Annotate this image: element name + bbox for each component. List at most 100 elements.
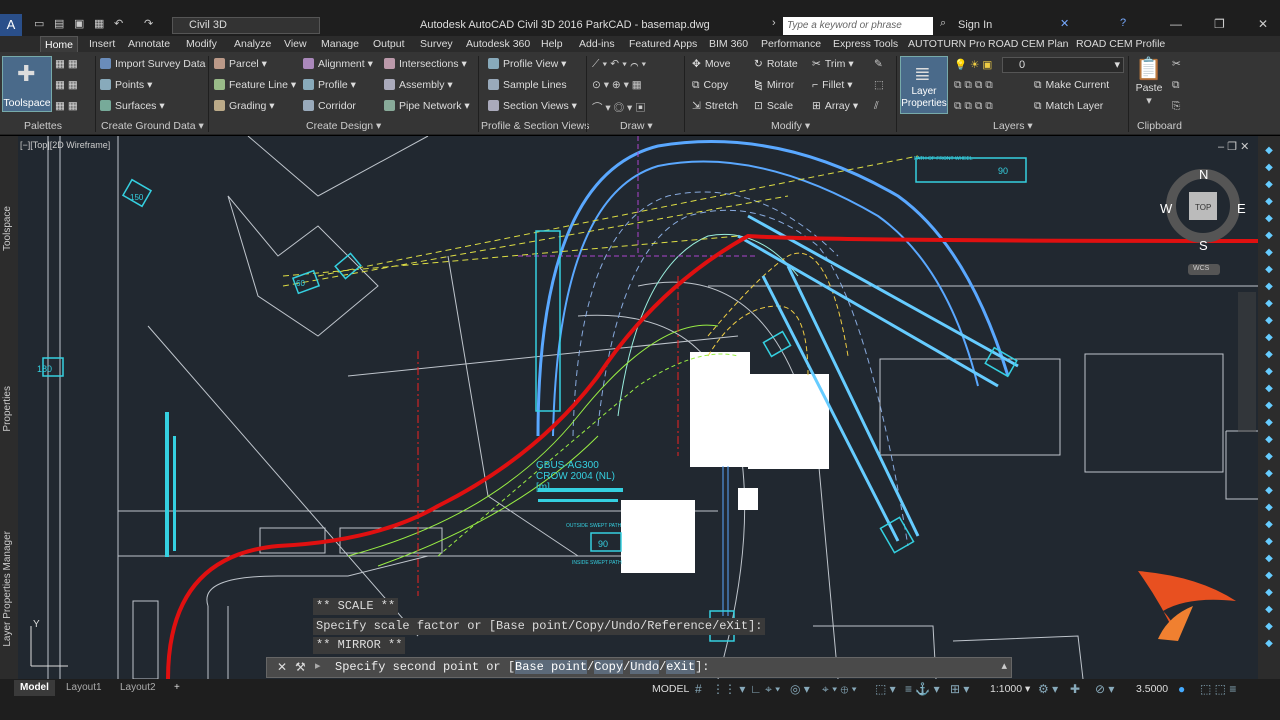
tab-bim-360[interactable]: BIM 360 [709,38,748,50]
wrench-icon[interactable]: ⚒ [295,660,306,674]
tab-layout1[interactable]: Layout1 [60,680,108,696]
saveas-icon[interactable]: ▦ [94,17,104,30]
close-icon[interactable]: ✕ [277,660,287,674]
paste-button[interactable]: 📋 Paste ▾ [1132,56,1166,114]
search-icon[interactable]: ⌕ [940,17,946,30]
tab-featured-apps[interactable]: Featured Apps [629,38,697,50]
alignment-button[interactable]: Alignment ▾ [303,58,373,70]
hardware-icon[interactable]: ● [1178,682,1185,696]
match-layer-button[interactable]: ⧉ Match Layer [1034,100,1103,113]
palette-icon-3[interactable]: ▦ ▦ [55,100,78,112]
tab-insert[interactable]: Insert [89,38,115,50]
assembly-button[interactable]: Assembly ▾ [384,79,453,91]
viewport-window-controls[interactable]: – ❐ ✕ [1218,140,1249,153]
wcs-label[interactable]: WCS [1193,265,1209,272]
draw-panel-title[interactable]: Draw ▾ [620,120,653,132]
help-icon[interactable]: ? [1120,17,1126,29]
modify-panel-title[interactable]: Modify ▾ [771,120,810,132]
drawing-viewport[interactable] [18,136,1258,679]
tab-help[interactable]: Help [541,38,563,50]
surfaces-button[interactable]: Surfaces ▾ [100,100,165,112]
parcel-button[interactable]: Parcel ▾ [214,58,267,70]
option-exit[interactable]: eXit [666,660,696,674]
create-ground-data-panel-title[interactable]: Create Ground Data ▾ [101,120,204,132]
redo-icon[interactable]: ↷ [144,17,153,30]
option-base-point[interactable]: Base point [515,660,588,674]
layer-dropdown[interactable]: 0 ▾ [1002,57,1124,73]
cut-icon[interactable]: ✂ [1172,58,1181,70]
fillet-button[interactable]: ⌐ Fillet ▾ [812,79,853,91]
snap-icon[interactable]: ⋮⋮ ▾ [712,682,745,696]
pipe-network-button[interactable]: Pipe Network ▾ [384,100,470,112]
undo-icon[interactable]: ↶ [114,17,123,30]
workspace-dropdown[interactable]: Civil 3D [172,17,320,34]
compass-w[interactable]: W [1160,201,1172,216]
points-button[interactable]: Points ▾ [100,79,152,91]
stretch-button[interactable]: ⇲ Stretch [692,100,738,112]
command-line[interactable]: ✕ ⚒ ▸ Specify second point or [Base poin… [266,657,1012,678]
polar-icon[interactable]: ◎ ▾ [790,682,810,696]
lineweight-icon[interactable]: ≡ ⚓ ▾ [905,682,940,696]
annotation-value[interactable]: 3.5000 [1136,683,1168,695]
intersections-button[interactable]: Intersections ▾ [384,58,467,70]
close-icon[interactable]: ✕ [1258,17,1268,31]
save-icon[interactable]: ▣ [74,17,84,30]
create-design-panel-title[interactable]: Create Design ▾ [306,120,381,132]
navigation-bar[interactable] [1238,292,1256,432]
explode-icon[interactable]: ⬚ [874,79,884,91]
trim-button[interactable]: ✂ Trim ▾ [812,58,854,70]
model-space-button[interactable]: MODEL [652,683,689,695]
tab-layout2[interactable]: Layout2 [114,680,162,696]
selection-icon[interactable]: ⊞ ▾ [950,682,969,696]
make-current-button[interactable]: ⧉ Make Current [1034,79,1109,92]
tab-manage[interactable]: Manage [321,38,359,50]
tab-performance[interactable]: Performance [761,38,821,50]
tab-road-cem-profile[interactable]: ROAD CEM Profile [1076,38,1165,50]
plus-icon[interactable]: ✚ [1070,682,1080,696]
properties-palette-tab[interactable]: Properties [2,386,13,432]
tab-output[interactable]: Output [373,38,405,50]
array-button[interactable]: ⊞ Array ▾ [812,100,858,112]
tab-home[interactable]: Home [40,36,79,52]
feature-line-button[interactable]: Feature Line ▾ [214,79,296,91]
osnap-icon[interactable]: ⌖ ▾ ⊕ ▾ [822,682,857,697]
tab-autodesk-360[interactable]: Autodesk 360 [466,38,530,50]
sign-in-button[interactable]: Sign In [958,19,992,31]
exchange-icon[interactable]: ✕ [1060,17,1069,30]
profile-section-views-panel-title[interactable]: Profile & Section Views [481,120,589,132]
tab-autoturn-pro[interactable]: AUTOTURN Pro [908,38,985,50]
expand-icon[interactable]: › [772,17,776,29]
otrack-icon[interactable]: ⬚ ▾ [875,682,896,696]
layers-panel-title[interactable]: Layers ▾ [993,120,1033,132]
viewport-controls-label[interactable]: [−][Top][2D Wireframe] [20,140,110,150]
tab-express-tools[interactable]: Express Tools [833,38,898,50]
move-button[interactable]: ✥ Move [692,58,731,70]
import-survey-button[interactable]: Import Survey Data [100,58,205,70]
viewcube-top-label[interactable]: TOP [1195,203,1211,212]
search-input[interactable]: Type a keyword or phrase [783,17,933,35]
open-icon[interactable]: ▤ [54,17,64,30]
tab-annotate[interactable]: Annotate [128,38,170,50]
isolate-icon[interactable]: ⊘ ▾ [1095,682,1114,696]
clean-screen-icon[interactable]: ⬚ ⬚ ≡ [1200,682,1236,696]
palette-icon-2[interactable]: ▦ ▦ [55,79,78,91]
option-undo[interactable]: Undo [630,660,660,674]
tab-road-cem-plan[interactable]: ROAD CEM Plan [988,38,1069,50]
palette-icon-1[interactable]: ▦ ▦ [55,58,78,70]
circle-icon[interactable]: ⌒ ▾ ◎ ▾ ▣ [592,100,646,115]
workspace-gear-icon[interactable]: ⚙ ▾ [1038,682,1058,696]
rotate-button[interactable]: ↻ Rotate [754,58,798,70]
annotation-scale-dropdown[interactable]: 1:1000 ▾ [990,683,1030,695]
command-history-dropdown[interactable]: ▴ [1001,659,1007,672]
option-copy[interactable]: Copy [594,660,624,674]
offset-icon[interactable]: ⫽ [874,100,879,113]
layer-properties-button[interactable]: ≣ Layer Properties [900,56,948,114]
grid-icon[interactable]: # [695,682,702,696]
clipboard-panel-title[interactable]: Clipboard [1137,120,1182,132]
new-icon[interactable]: ▭ [34,17,44,30]
layer-tools-icon-row2[interactable]: ⧉ ⧉ ⧉ ⧉ [954,100,993,113]
command-prompt[interactable]: Specify second point or [Base point/Copy… [335,660,710,674]
tab-view[interactable]: View [284,38,307,50]
tab-analyze[interactable]: Analyze [234,38,271,50]
add-layout-button[interactable]: + [168,680,186,696]
